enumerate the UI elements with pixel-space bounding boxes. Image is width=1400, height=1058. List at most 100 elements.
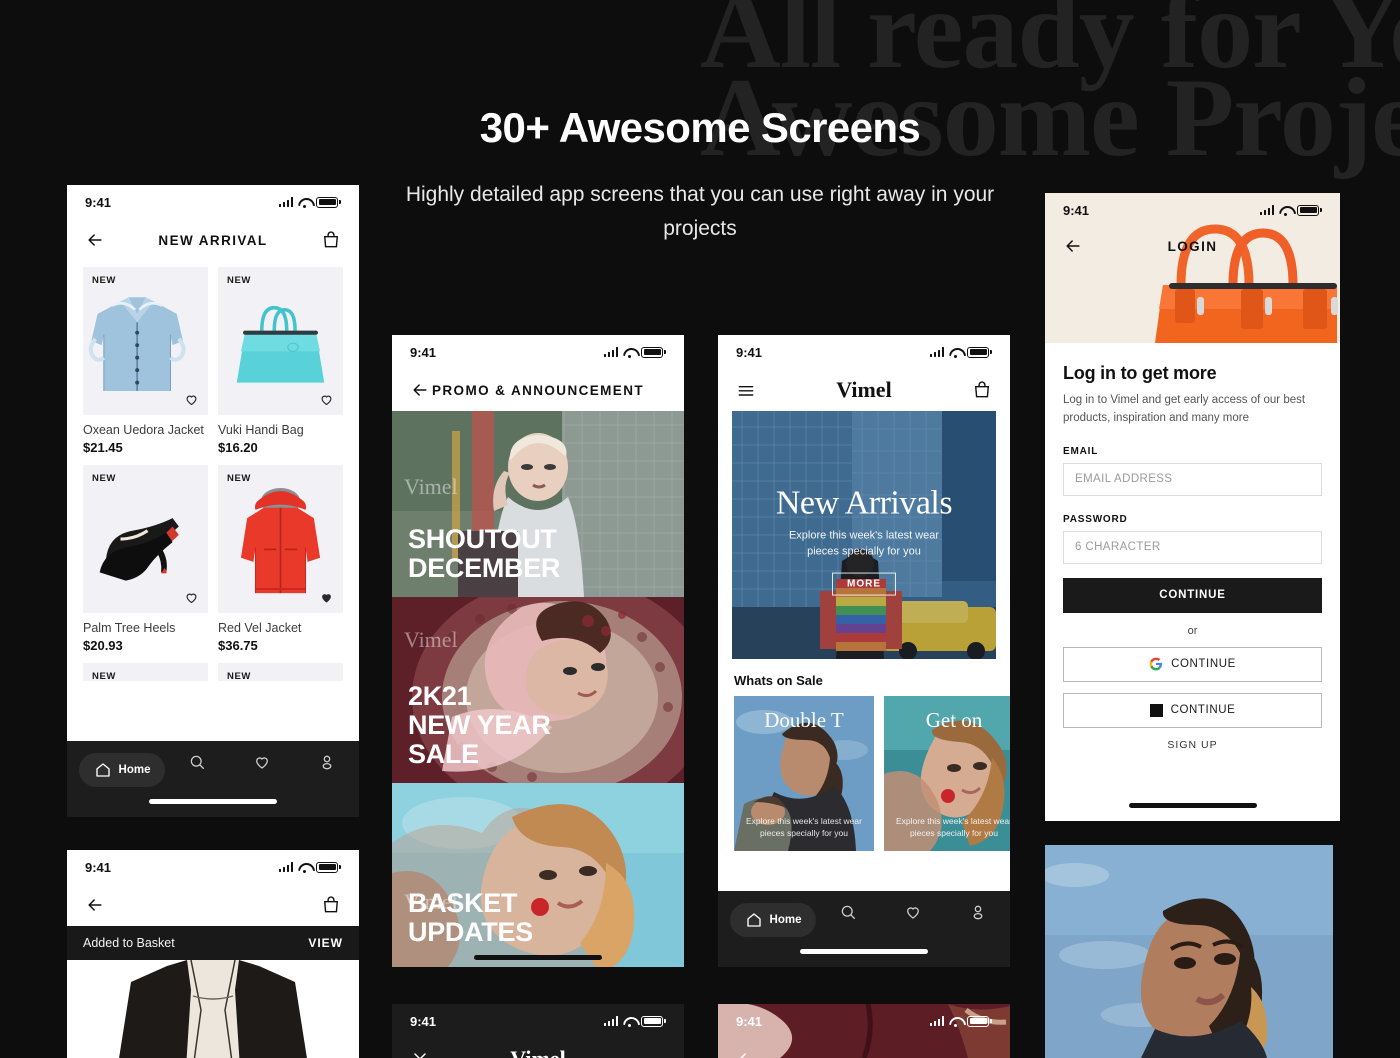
cellular-signal-icon: [603, 1016, 619, 1026]
phone-login: 9:41 LOGIN Log in to get more Log in to …: [1045, 193, 1340, 821]
product-thumbnail: NEW: [83, 267, 208, 415]
tab-home-label: Home: [769, 914, 802, 926]
email-label: EMAIL: [1063, 445, 1099, 457]
product-card-partial[interactable]: NEW: [218, 663, 343, 681]
home-indicator: [474, 955, 602, 960]
product-name: Red Vel Jacket: [218, 621, 302, 635]
tab-home[interactable]: Home: [730, 903, 816, 937]
nav-bar: [718, 1038, 1010, 1058]
status-bar: 9:41: [67, 185, 359, 219]
tab-favorites[interactable]: [230, 753, 295, 771]
headline-block: 30+ Awesome Screens Highly detailed app …: [380, 104, 1020, 246]
tab-home[interactable]: Home: [79, 753, 165, 787]
continue-button[interactable]: CONTINUE: [1063, 577, 1322, 613]
section-title-sale: Whats on Sale: [734, 673, 823, 688]
arrow-left-icon[interactable]: [736, 1049, 756, 1058]
apple-continue-button[interactable]: CONTINUE: [1063, 692, 1322, 728]
shopping-bag-icon[interactable]: [321, 230, 341, 250]
promo-line-1: BASKET: [408, 887, 518, 918]
toast-view-button[interactable]: VIEW: [308, 936, 343, 950]
tab-search[interactable]: [165, 753, 230, 771]
status-bar: 9:41: [392, 335, 684, 369]
product-thumbnail: NEW: [218, 267, 343, 415]
password-input[interactable]: 6 CHARACTER: [1063, 530, 1322, 564]
arrow-left-icon[interactable]: [85, 895, 105, 915]
product-grid: NEW Oxean Uedora Jacket $21.45 NEW Vuki …: [67, 267, 359, 681]
status-bar: 9:41: [392, 1004, 684, 1038]
promo-banner[interactable]: Vimel BASKET UPDATES: [392, 783, 684, 967]
phone-portrait-photo: [1045, 845, 1333, 1058]
cellular-signal-icon: [929, 1016, 945, 1026]
shopping-bag-icon[interactable]: [972, 380, 992, 400]
person-icon: [318, 753, 336, 771]
close-x-icon[interactable]: [410, 1049, 430, 1058]
wifi-icon: [949, 347, 962, 358]
promo-line-1: SHOUTOUT: [408, 523, 557, 554]
product-card[interactable]: NEW: [218, 465, 343, 653]
page-title-new-arrival: NEW ARRIVAL: [158, 232, 268, 248]
status-icons: [1259, 204, 1322, 216]
product-card-partial[interactable]: NEW: [83, 663, 208, 681]
promo-banner[interactable]: Vimel SHOUTOUT DECEMBER: [392, 411, 684, 597]
shopping-bag-icon[interactable]: [321, 895, 341, 915]
google-continue-button[interactable]: CONTINUE: [1063, 646, 1322, 682]
hero-banner[interactable]: New Arrivals Explore this week's latest …: [732, 411, 996, 659]
home-indicator: [800, 949, 928, 954]
search-icon: [188, 753, 206, 771]
badge-new: NEW: [227, 671, 251, 681]
email-input[interactable]: EMAIL ADDRESS: [1063, 462, 1322, 496]
nav-bar: Vimel: [392, 1038, 684, 1058]
status-time: 9:41: [1063, 202, 1090, 218]
product-card[interactable]: NEW Vuki Handi Bag $16.20: [218, 267, 343, 455]
favorite-heart-icon[interactable]: [184, 590, 199, 605]
sale-card-caption: Explore this week's latest wear pieces s…: [746, 816, 862, 838]
promo-banner[interactable]: Vimel 2K21 NEW YEAR SALE: [392, 597, 684, 783]
favorite-heart-icon[interactable]: [319, 392, 334, 407]
nav-bar: PROMO & ANNOUNCEMENT: [392, 369, 684, 411]
page-title: 30+ Awesome Screens: [479, 104, 921, 151]
product-card[interactable]: NEW: [83, 465, 208, 653]
hamburger-menu-icon[interactable]: [736, 380, 756, 400]
battery-icon: [967, 1015, 992, 1027]
promo-banner-text: 2K21 NEW YEAR SALE: [408, 681, 551, 769]
favorite-heart-icon-filled[interactable]: [319, 590, 334, 605]
status-icons: [278, 861, 341, 873]
tab-profile[interactable]: [945, 903, 1010, 921]
search-icon: [839, 903, 857, 921]
sale-card[interactable]: Double T Explore this week's latest wear…: [734, 696, 874, 851]
status-icons: [603, 1015, 666, 1027]
arrow-left-icon[interactable]: [410, 380, 430, 400]
promo-banner-text: SHOUTOUT DECEMBER: [408, 523, 561, 583]
status-time: 9:41: [410, 344, 437, 360]
password-label: PASSWORD: [1063, 513, 1128, 525]
promo-line-2: DECEMBER: [408, 552, 561, 583]
battery-icon: [641, 346, 666, 358]
page-subtitle: Highly detailed app screens that you can…: [405, 183, 995, 241]
more-button[interactable]: MORE: [832, 572, 896, 596]
nav-bar: NEW ARRIVAL: [67, 219, 359, 261]
brand-logo: Vimel: [836, 377, 892, 402]
phone-dark-vimel: 9:41 Vimel: [392, 1004, 684, 1058]
sale-card-caption: Explore this week's latest wear pieces s…: [896, 816, 1010, 838]
home-indicator: [1128, 803, 1257, 808]
tab-profile[interactable]: [294, 753, 359, 771]
favorite-heart-icon[interactable]: [184, 392, 199, 407]
sale-card-title: Get on: [925, 708, 983, 732]
product-thumbnail: NEW: [218, 465, 343, 613]
bottom-tab-bar: Home: [67, 741, 359, 817]
signup-link[interactable]: SIGN UP: [1063, 739, 1322, 751]
cellular-signal-icon: [1259, 205, 1275, 215]
or-divider-label: or: [1187, 624, 1198, 637]
product-price: $21.45: [83, 440, 123, 455]
tab-favorites[interactable]: [881, 903, 946, 921]
product-card[interactable]: NEW: [83, 267, 208, 455]
login-form: Log in to get more Log in to Vimel and g…: [1045, 343, 1340, 751]
arrow-left-icon[interactable]: [85, 230, 105, 250]
sky-portrait-image: [1045, 845, 1333, 1058]
tab-search[interactable]: [816, 903, 881, 921]
cellular-signal-icon: [929, 347, 945, 357]
battery-icon: [316, 861, 341, 873]
home-icon: [94, 761, 112, 779]
sale-card[interactable]: Get on Explore this week's latest wear p…: [884, 696, 1010, 851]
arrow-left-icon[interactable]: [1063, 236, 1083, 256]
